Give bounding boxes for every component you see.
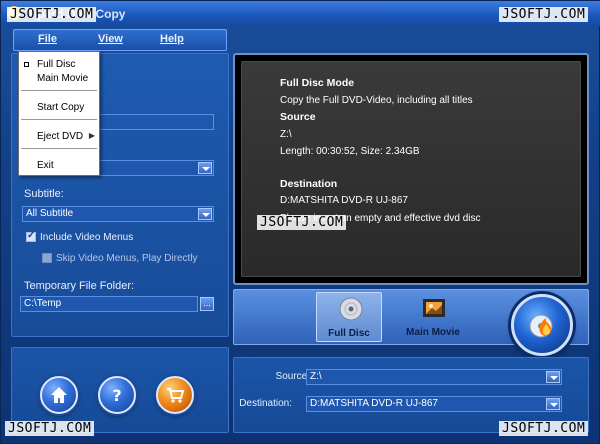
app-window: Tipard DVD Copy ✕ JSOFTJ.COM JSOFTJ.COM … — [0, 0, 600, 444]
full-disc-label: Full Disc — [328, 328, 370, 339]
menu-file[interactable]: File — [38, 33, 57, 45]
disc-icon — [339, 297, 363, 321]
question-icon: ? — [112, 386, 121, 405]
submenu-arrow-icon: ▶ — [88, 131, 95, 140]
help-button[interactable]: ? — [98, 376, 136, 414]
shopping-cart-icon — [167, 388, 185, 403]
watermark-middle: JSOFTJ.COM — [257, 215, 347, 230]
menu-item-exit[interactable]: Exit — [37, 160, 54, 171]
temp-folder-value: C:\Temp — [24, 298, 62, 309]
subtitle-label: Subtitle: — [24, 188, 64, 200]
chevron-down-icon[interactable] — [546, 371, 560, 383]
cart-button[interactable] — [156, 376, 194, 414]
temp-folder-input[interactable]: C:\Temp — [20, 296, 198, 312]
info-screen: Full Disc Mode Copy the Full DVD-Video, … — [241, 61, 581, 277]
menu-separator — [21, 119, 97, 120]
menu-separator — [21, 90, 97, 91]
menu-item-full-disc[interactable]: Full Disc — [37, 59, 75, 70]
chevron-down-icon[interactable] — [546, 398, 560, 410]
source-details: Length: 00:30:52, Size: 2.34GB — [280, 146, 420, 157]
source-value: Z:\ — [310, 371, 322, 382]
file-dropdown-menu: Full Disc Main Movie Start Copy Eject DV… — [18, 51, 100, 176]
full-disc-button[interactable]: Full Disc — [316, 292, 382, 342]
chevron-down-icon[interactable] — [198, 208, 212, 220]
mode-description: Copy the Full DVD-Video, including all t… — [280, 95, 473, 106]
watermark-bottom-left: JSOFTJ.COM — [5, 421, 95, 436]
film-icon — [423, 299, 445, 317]
menu-item-main-movie[interactable]: Main Movie — [37, 73, 88, 84]
selected-radio-icon — [24, 62, 29, 67]
main-movie-label: Main Movie — [406, 327, 460, 338]
menu-help[interactable]: Help — [160, 33, 184, 45]
mode-heading: Full Disc Mode — [280, 77, 355, 89]
watermark-bottom-right: JSOFTJ.COM — [499, 421, 589, 436]
temp-folder-label: Temporary File Folder: — [24, 280, 135, 292]
svg-text:?: ? — [112, 386, 121, 405]
menu-view[interactable]: View — [98, 33, 123, 45]
source-label: Source: — [275, 371, 310, 382]
chevron-down-icon[interactable] — [198, 162, 212, 174]
menu-item-start-copy[interactable]: Start Copy — [37, 102, 84, 113]
main-movie-button[interactable]: Main Movie — [400, 292, 466, 342]
watermark-top-right: JSOFTJ.COM — [499, 7, 589, 22]
skip-menus-checkbox[interactable] — [42, 253, 52, 263]
destination-value: D:MATSHITA DVD-R UJ-867 — [310, 398, 438, 409]
destination-heading: Destination — [280, 178, 338, 190]
include-menus-label: Include Video Menus — [40, 232, 134, 243]
source-path: Z:\ — [280, 129, 292, 140]
destination-select[interactable]: D:MATSHITA DVD-R UJ-867 — [306, 396, 562, 412]
source-heading: Source — [280, 111, 316, 123]
destination-device: D:MATSHITA DVD-R UJ-867 — [280, 195, 408, 206]
menu-bar: File View Help — [13, 29, 227, 51]
burn-flame-icon — [529, 314, 553, 338]
menu-separator — [21, 148, 97, 149]
start-copy-button[interactable] — [511, 294, 573, 356]
subtitle-select[interactable]: All Subtitle — [22, 206, 214, 222]
menu-item-eject-dvd[interactable]: Eject DVD ▶ — [37, 131, 99, 142]
watermark-top-left: JSOFTJ.COM — [7, 7, 97, 22]
info-display: Full Disc Mode Copy the Full DVD-Video, … — [233, 53, 589, 285]
source-select[interactable]: Z:\ — [306, 369, 562, 385]
home-button[interactable] — [40, 376, 78, 414]
browse-button[interactable]: ... — [200, 297, 214, 311]
home-icon — [51, 387, 67, 403]
destination-label: Destination: — [239, 398, 292, 409]
include-menus-checkbox[interactable] — [26, 230, 36, 242]
skip-menus-label: Skip Video Menus, Play Directly — [56, 253, 198, 264]
subtitle-value: All Subtitle — [26, 208, 74, 219]
